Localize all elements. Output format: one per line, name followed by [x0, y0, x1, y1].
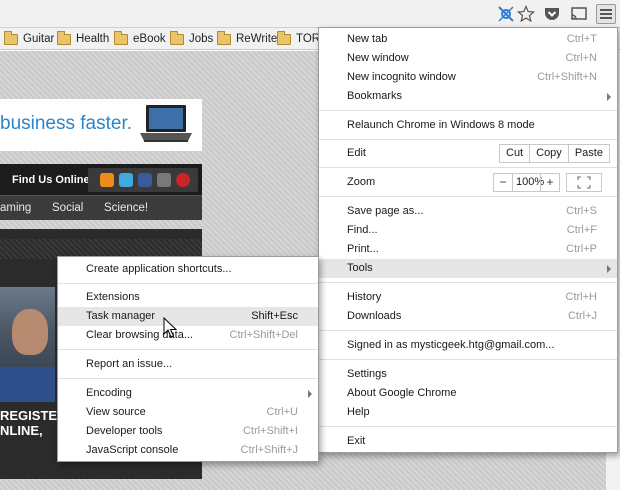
folder-icon [4, 30, 18, 45]
submenu-arrow-icon [607, 93, 611, 101]
paste-button[interactable]: Paste [567, 145, 609, 162]
menu-item-encoding[interactable]: Encoding [58, 384, 318, 403]
mouse-cursor-icon [163, 317, 177, 338]
pinterest-icon[interactable] [176, 173, 190, 187]
person-photo [0, 287, 55, 402]
menu-item-help[interactable]: Help [319, 403, 617, 422]
menu-item-about-chrome[interactable]: About Google Chrome [319, 384, 617, 403]
menu-item-view-source[interactable]: View source Ctrl+U [58, 403, 318, 422]
cut-button[interactable]: Cut [500, 145, 529, 162]
menu-item-clear-browsing-data[interactable]: Clear browsing data... Ctrl+Shift+Del [58, 326, 318, 345]
rss-icon[interactable] [100, 173, 114, 187]
browser-toolbar [0, 0, 620, 28]
laptop-image [140, 105, 192, 142]
menu-item-new-window[interactable]: New window Ctrl+N [319, 49, 617, 68]
bookmark-folder-rewrite[interactable]: ReWrite [217, 30, 277, 47]
nav-item-gaming[interactable]: aming [0, 202, 31, 214]
folder-icon [114, 30, 128, 45]
star-icon[interactable] [516, 4, 536, 24]
folder-icon [277, 30, 291, 45]
banner-text: business faster. [0, 113, 133, 134]
menu-item-javascript-console[interactable]: JavaScript console Ctrl+Shift+J [58, 441, 318, 460]
menu-item-extensions[interactable]: Extensions [58, 288, 318, 307]
submenu-arrow-icon [308, 390, 312, 398]
menu-item-edit: Edit Cut Copy Paste [319, 144, 617, 163]
menu-item-bookmarks[interactable]: Bookmarks [319, 87, 617, 106]
copy-button[interactable]: Copy [529, 145, 568, 162]
bookmark-folder-guitar[interactable]: Guitar [4, 30, 54, 47]
chrome-menu-button[interactable] [596, 4, 616, 24]
folder-icon [170, 30, 184, 45]
menu-item-tools[interactable]: Tools [319, 259, 617, 278]
menu-item-save-page-as[interactable]: Save page as... Ctrl+S [319, 202, 617, 221]
edit-button-group: Cut Copy Paste [499, 144, 610, 163]
menu-item-history[interactable]: History Ctrl+H [319, 288, 617, 307]
fullscreen-icon [577, 176, 591, 189]
zoom-out-button[interactable]: − [493, 173, 513, 192]
folder-icon [217, 30, 231, 45]
menu-item-developer-tools[interactable]: Developer tools Ctrl+Shift+I [58, 422, 318, 441]
twitter-icon[interactable] [119, 173, 133, 187]
bookmark-folder-jobs[interactable]: Jobs [170, 30, 213, 47]
site-nav: aming Social Science! [0, 195, 202, 220]
menu-item-zoom: Zoom − 100% + [319, 173, 617, 192]
menu-item-find[interactable]: Find... Ctrl+F [319, 221, 617, 240]
menu-item-create-app-shortcuts[interactable]: Create application shortcuts... [58, 260, 318, 279]
bookmark-folder-health[interactable]: Health [57, 30, 109, 47]
submenu-arrow-icon [607, 265, 611, 273]
zoom-in-button[interactable]: + [540, 173, 560, 192]
nav-item-science[interactable]: Science! [104, 202, 148, 214]
ad-banner[interactable]: business faster. [0, 99, 202, 151]
find-us-label: Find Us Online: [12, 174, 94, 186]
menu-item-relaunch-windows8[interactable]: Relaunch Chrome in Windows 8 mode [319, 116, 617, 135]
menu-icon [600, 9, 612, 19]
menu-item-exit[interactable]: Exit [319, 432, 617, 451]
google-plus-icon[interactable] [157, 173, 171, 187]
menu-item-print[interactable]: Print... Ctrl+P [319, 240, 617, 259]
bookmark-folder-ebook[interactable]: eBook [114, 30, 166, 47]
tools-submenu: Create application shortcuts... Extensio… [57, 256, 319, 462]
social-icons [88, 168, 198, 192]
fullscreen-button[interactable] [566, 173, 602, 192]
chrome-menu: New tab Ctrl+T New window Ctrl+N New incog… [318, 27, 618, 453]
menu-item-signed-in[interactable]: Signed in as mysticgeek.htg@gmail.com... [319, 336, 617, 355]
site-header-bar: Find Us Online: aming Social Science! [0, 164, 202, 220]
menu-item-settings[interactable]: Settings [319, 365, 617, 384]
menu-item-new-tab[interactable]: New tab Ctrl+T [319, 30, 617, 49]
cast-icon[interactable] [569, 4, 589, 24]
menu-item-new-incognito-window[interactable]: New incognito window Ctrl+Shift+N [319, 68, 617, 87]
pocket-icon[interactable] [542, 4, 562, 24]
facebook-icon[interactable] [138, 173, 152, 187]
menu-item-downloads[interactable]: Downloads Ctrl+J [319, 307, 617, 326]
extension-icon[interactable] [496, 4, 516, 24]
nav-item-social[interactable]: Social [52, 202, 83, 214]
menu-item-report-issue[interactable]: Report an issue... [58, 355, 318, 374]
menu-item-task-manager[interactable]: Task manager Shift+Esc [58, 307, 318, 326]
bookmark-folder-tor[interactable]: TOR [277, 30, 320, 47]
folder-icon [57, 30, 71, 45]
